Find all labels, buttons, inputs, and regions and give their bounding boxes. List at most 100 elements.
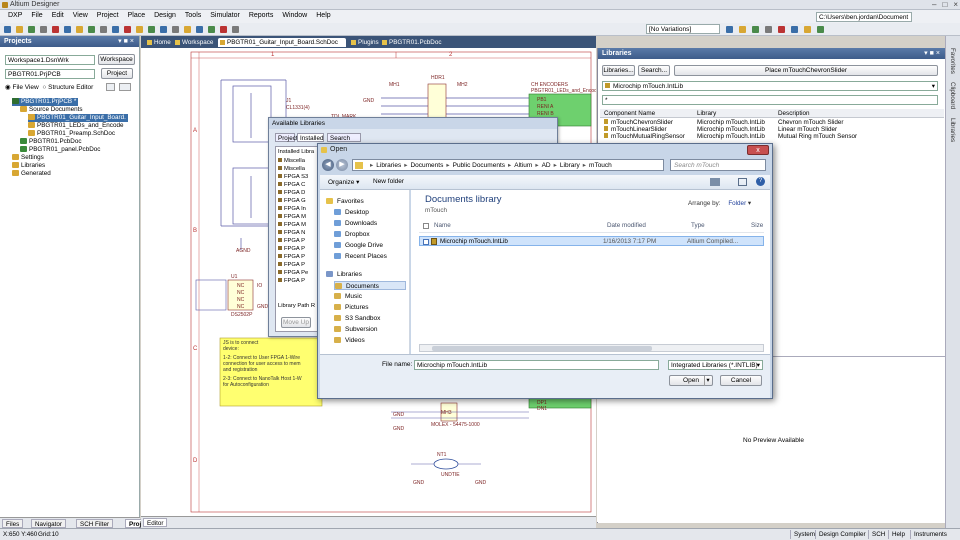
- toolbar-tool-icon[interactable]: [4, 26, 11, 33]
- installed-library-item[interactable]: FPGA S3: [278, 174, 308, 180]
- installed-library-item[interactable]: FPGA P: [278, 238, 305, 244]
- menu-place[interactable]: Place: [128, 12, 146, 19]
- installed-library-item[interactable]: FPGA P: [278, 278, 305, 284]
- status-help-button[interactable]: Help: [888, 530, 908, 539]
- column-header-size[interactable]: Size: [751, 222, 763, 229]
- toolbar-tool-icon[interactable]: [184, 26, 191, 33]
- nav-item-documents[interactable]: Documents: [334, 281, 406, 290]
- tab-installed[interactable]: Installed: [297, 133, 324, 142]
- component-column-header[interactable]: Component Name: [604, 110, 655, 117]
- nav-item-recent-places[interactable]: Recent Places: [334, 252, 387, 261]
- toolbar-tool-icon[interactable]: [804, 26, 811, 33]
- side-tab-favorites[interactable]: Favorites: [949, 48, 956, 74]
- preview-pane-icon[interactable]: [738, 178, 747, 186]
- new-folder-button[interactable]: New folder: [373, 178, 404, 185]
- structure-editor-radio[interactable]: ○: [42, 84, 46, 91]
- library-select[interactable]: Microchip mTouch.IntLib ▾: [602, 81, 938, 91]
- scroll-thumb[interactable]: [432, 346, 652, 351]
- panel-tab-navigator[interactable]: Navigator: [31, 519, 66, 528]
- doc-tab[interactable]: PBGTR01_Guitar_Input_Board.SchDoc: [218, 38, 346, 47]
- installed-library-item[interactable]: FPGA In: [278, 206, 306, 212]
- toolbar-tool-icon[interactable]: [220, 26, 227, 33]
- horizontal-scrollbar[interactable]: [419, 344, 764, 352]
- toolbar-tool-icon[interactable]: [196, 26, 203, 33]
- toolbar-tool-icon[interactable]: [76, 26, 83, 33]
- toolbar-tool-icon[interactable]: [208, 26, 215, 33]
- nav-favorites[interactable]: Favorites: [326, 197, 364, 206]
- toolbar-tool-icon[interactable]: [28, 26, 35, 33]
- toolbar-tool-icon[interactable]: [100, 26, 107, 33]
- breadcrumb-documents[interactable]: Documents: [410, 162, 443, 169]
- installed-libraries-list[interactable]: Installed Libra Miscella Miscella FPGA S3 FP…: [275, 146, 319, 332]
- tab-project[interactable]: Project: [275, 133, 298, 142]
- installed-library-item[interactable]: Miscella: [278, 166, 305, 172]
- project-tree-item[interactable]: PBGTR01_LEDs_and_Encode: [28, 122, 123, 130]
- toolbar-tool-icon[interactable]: [739, 26, 746, 33]
- toolbar-tool-icon[interactable]: [148, 26, 155, 33]
- nav-item-subversion[interactable]: Subversion: [334, 325, 378, 334]
- tab-search-path[interactable]: Search Path: [327, 133, 361, 151]
- status-design-compiler-button[interactable]: Design Compiler: [815, 530, 869, 539]
- open-dropdown-icon[interactable]: ▾: [704, 376, 711, 386]
- menu-design[interactable]: Design: [154, 12, 176, 19]
- toolbar-tool-icon[interactable]: [64, 26, 71, 33]
- status-system-button[interactable]: System: [790, 530, 818, 539]
- breadcrumb-libraries[interactable]: Libraries: [376, 162, 401, 169]
- toolbar-tool-icon[interactable]: [52, 26, 59, 33]
- toolbar-tool-icon[interactable]: [791, 26, 798, 33]
- cancel-button[interactable]: Cancel: [720, 375, 762, 386]
- breadcrumb-mtouch[interactable]: mTouch: [589, 162, 612, 169]
- select-all-checkbox[interactable]: [423, 223, 429, 229]
- libraries-button[interactable]: Libraries...: [602, 65, 635, 76]
- installed-library-item[interactable]: FPGA M: [278, 222, 306, 228]
- toolbar-tool-icon[interactable]: [112, 26, 119, 33]
- installed-library-item[interactable]: FPGA Pe: [278, 270, 308, 276]
- component-row[interactable]: mTouchChevronSlider: [604, 119, 673, 126]
- menu-help[interactable]: Help: [316, 12, 330, 19]
- nav-item-google-drive[interactable]: Google Drive: [334, 241, 383, 250]
- file-row[interactable]: Microchip mTouch.IntLib 1/16/2013 7:17 PM…: [419, 236, 764, 246]
- column-header-name[interactable]: Name: [434, 222, 451, 229]
- nav-item-videos[interactable]: Videos: [334, 336, 365, 345]
- path-field[interactable]: C:\Users\ben.jordan\Document: [816, 12, 912, 22]
- open-button[interactable]: Open ▾: [669, 375, 713, 386]
- project-tree-item[interactable]: PBGTR01_panel.PcbDoc: [20, 146, 100, 154]
- arrange-by[interactable]: Arrange by: Folder ▾: [688, 200, 751, 207]
- toolbar-tool-icon[interactable]: [16, 26, 23, 33]
- menu-tools[interactable]: Tools: [185, 12, 201, 19]
- toolbar-tool-icon[interactable]: [817, 26, 824, 33]
- menu-dxp[interactable]: DXP: [8, 12, 22, 19]
- breadcrumb-public-documents[interactable]: Public Documents: [453, 162, 505, 169]
- minimize-icon[interactable]: –: [932, 0, 936, 9]
- search-input[interactable]: Search mTouch: [670, 159, 766, 171]
- maximize-icon[interactable]: □: [942, 0, 947, 9]
- nav-item-music[interactable]: Music: [334, 292, 362, 301]
- menu-project[interactable]: Project: [97, 12, 119, 19]
- project-tree-item[interactable]: PBGTR01_Preamp.SchDoc: [28, 130, 115, 138]
- workspace-field[interactable]: Workspace1.DsnWrk: [5, 55, 95, 65]
- address-bar[interactable]: ▸ Libraries ▸ Documents ▸ Public Documents ▸ Al…: [352, 159, 664, 171]
- project-tree-item[interactable]: Source Documents: [20, 106, 83, 114]
- installed-library-item[interactable]: FPGA M: [278, 214, 306, 220]
- nav-item-desktop[interactable]: Desktop: [334, 208, 369, 217]
- toolbar-tool-icon[interactable]: [172, 26, 179, 33]
- toolbar-tool-icon[interactable]: [778, 26, 785, 33]
- toolbar-tool-icon[interactable]: [765, 26, 772, 33]
- back-icon[interactable]: ◀: [322, 159, 334, 171]
- doc-tab[interactable]: Plugins: [349, 38, 379, 47]
- panel-tab-files[interactable]: Files: [2, 519, 24, 528]
- installed-library-item[interactable]: FPGA C: [278, 182, 305, 188]
- libraries-panel-controls-icon[interactable]: ▾■×: [924, 48, 942, 59]
- search-button[interactable]: Search...: [638, 65, 670, 76]
- side-tab-clipboard[interactable]: Clipboard: [949, 82, 956, 109]
- project-tree-item[interactable]: PBGTR01_Guitar_Input_Board.: [28, 114, 128, 122]
- editor-tab[interactable]: Editor: [143, 518, 168, 527]
- nav-item-dropbox[interactable]: Dropbox: [334, 230, 370, 239]
- filter-input[interactable]: *: [602, 95, 938, 105]
- panel-controls-icon[interactable]: ▾■×: [118, 36, 136, 47]
- project-tree-item[interactable]: PBGTR01.PrjPCB *: [12, 98, 79, 106]
- component-column-header[interactable]: Library: [697, 110, 716, 117]
- project-tree-item[interactable]: PBGTR01.PcbDoc: [20, 138, 82, 146]
- file-view-radio[interactable]: ◉: [5, 84, 11, 91]
- file-name-input[interactable]: Microchip mTouch.IntLib: [414, 360, 659, 370]
